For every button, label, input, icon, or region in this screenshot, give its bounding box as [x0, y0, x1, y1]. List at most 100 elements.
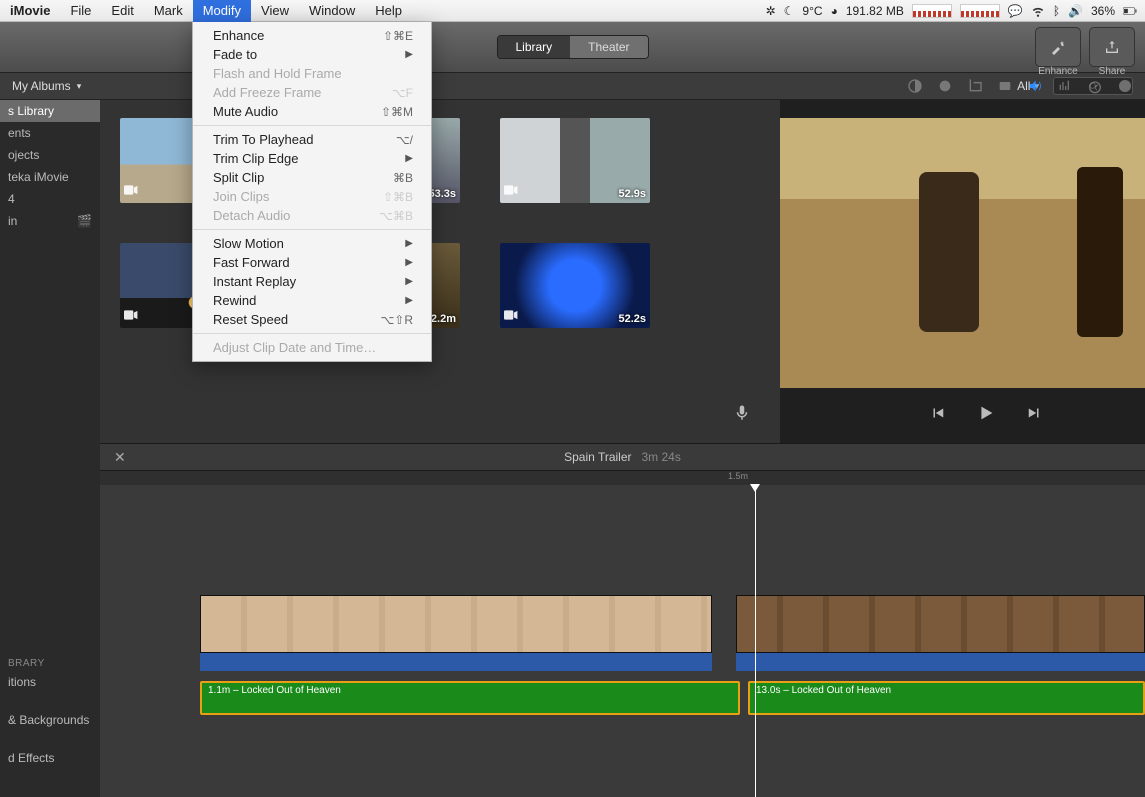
sidebar-effects[interactable]: d Effects [0, 747, 100, 769]
menu-trim-playhead[interactable]: Trim To Playhead⌥/ [193, 130, 431, 149]
video-clip-1[interactable] [200, 595, 712, 653]
menu-file[interactable]: File [60, 0, 101, 22]
project-duration: 3m 24s [642, 450, 681, 464]
sidebar-item-4[interactable]: 4 [0, 188, 100, 210]
audio-track[interactable]: 1.1m – Locked Out of Heaven 13.0s – Lock… [200, 681, 1145, 715]
status-tray: ✲ ☾ 9°C ◕ 191.82 MB 💬 ᛒ 🔊 36% [766, 4, 1145, 18]
playhead[interactable] [755, 485, 756, 797]
menu-fast-forward[interactable]: Fast Forward▶ [193, 253, 431, 272]
battery-status[interactable]: 36% [1091, 4, 1115, 18]
clip-thumb[interactable]: 52.2s [500, 243, 650, 328]
info-icon[interactable] [1117, 78, 1133, 94]
share-label: Share [1089, 66, 1135, 77]
play-button[interactable] [975, 402, 997, 429]
app-toolbar: Library Theater EnhanceShare [0, 22, 1145, 72]
close-timeline-icon[interactable]: ✕ [100, 449, 140, 466]
menu-add-freeze: Add Freeze Frame⌥F [193, 83, 431, 102]
mac-menubar: iMovie File Edit Mark Modify View Window… [0, 0, 1145, 22]
clip-duration: 2.2m [431, 313, 456, 325]
timeline-header: ✕ Spain Trailer 3m 24s [100, 443, 1145, 471]
sidebar-backgrounds[interactable]: & Backgrounds [0, 709, 100, 731]
sidebar-transitions[interactable]: itions [0, 671, 100, 693]
volume-adjust-icon[interactable] [1027, 78, 1043, 94]
clip-thumb[interactable]: 52.9s [500, 118, 650, 203]
clip-duration: 53.3s [428, 188, 456, 200]
tab-library[interactable]: Library [497, 36, 570, 58]
menu-trim-edge[interactable]: Trim Clip Edge▶ [193, 149, 431, 168]
video-track[interactable] [200, 595, 1145, 653]
disk-icon[interactable]: ◕ [831, 4, 838, 18]
tab-theater[interactable]: Theater [570, 36, 647, 58]
video-badge-icon [504, 182, 518, 200]
project-title: Spain Trailer [564, 450, 631, 464]
eq-icon[interactable] [1057, 78, 1073, 94]
menu-mark[interactable]: Mark [144, 0, 193, 22]
sidebar-item-in[interactable]: in🎬 [0, 210, 100, 232]
balance-icon[interactable] [907, 78, 923, 94]
video-badge-icon [504, 307, 518, 325]
sidebar-item-events[interactable]: ents [0, 122, 100, 144]
clip-duration: 52.2s [618, 313, 646, 325]
bluetooth-icon[interactable]: ᛒ [1053, 4, 1060, 18]
clip-duration: 52.9s [618, 188, 646, 200]
sidebar-item-teka[interactable]: teka iMovie [0, 166, 100, 188]
menu-detach-audio: Detach Audio⌥⌘B [193, 206, 431, 225]
app-name[interactable]: iMovie [0, 3, 60, 18]
crop-icon[interactable] [967, 78, 983, 94]
view-segmented: Library Theater [496, 35, 648, 59]
audio-clip-1[interactable]: 1.1m – Locked Out of Heaven [200, 681, 740, 715]
mem-status[interactable]: 191.82 MB [846, 4, 904, 18]
menu-edit[interactable]: Edit [101, 0, 143, 22]
share-button[interactable] [1089, 27, 1135, 67]
menu-adjust-date: Adjust Clip Date and Time… [193, 338, 431, 357]
audio-clip-2[interactable]: 13.0s – Locked Out of Heaven [748, 681, 1145, 715]
enhance-label: Enhance [1035, 66, 1081, 77]
camera-icon: 🎬 [77, 214, 92, 228]
menu-window[interactable]: Window [299, 0, 365, 22]
timeline-ruler[interactable]: 1.5m [100, 471, 1145, 485]
menu-flash-hold: Flash and Hold Frame [193, 64, 431, 83]
sidebar: s Library ents ojects teka iMovie 4 in🎬 … [0, 100, 100, 797]
chat-icon[interactable]: 💬 [1008, 4, 1023, 18]
battery-icon[interactable] [1123, 4, 1137, 18]
net-graph[interactable] [960, 4, 1000, 18]
video-badge-icon [124, 182, 138, 200]
next-button[interactable] [1025, 404, 1043, 427]
wifi-icon[interactable] [1031, 4, 1045, 18]
menu-modify[interactable]: Modify [193, 0, 251, 22]
menu-split-clip[interactable]: Split Clip⌘B [193, 168, 431, 187]
enhance-button[interactable] [1035, 27, 1081, 67]
menu-slow-motion[interactable]: Slow Motion▶ [193, 234, 431, 253]
menu-rewind[interactable]: Rewind▶ [193, 291, 431, 310]
weather-icon[interactable]: ☾ [784, 4, 795, 18]
preview-viewer [780, 100, 1145, 443]
sidebar-section-library: BRARY [0, 652, 100, 671]
volume-icon[interactable]: 🔊 [1068, 4, 1083, 18]
preview-video[interactable] [780, 118, 1145, 388]
menu-enhance[interactable]: Enhance⇧⌘E [193, 26, 431, 45]
video-clip-2[interactable] [736, 595, 1145, 653]
prev-button[interactable] [929, 404, 947, 427]
menu-join-clips: Join Clips⇧⌘B [193, 187, 431, 206]
menu-reset-speed[interactable]: Reset Speed⌥⇧R [193, 310, 431, 329]
browser-header: My Albums▾ All▾ [0, 72, 1145, 100]
speed-icon[interactable] [1087, 78, 1103, 94]
sidebar-item-projects[interactable]: ojects [0, 144, 100, 166]
fan-icon[interactable]: ✲ [766, 4, 776, 18]
menu-mute-audio[interactable]: Mute Audio⇧⌘M [193, 102, 431, 121]
menu-help[interactable]: Help [365, 0, 412, 22]
source-dropdown[interactable]: My Albums▾ [12, 79, 81, 93]
menu-view[interactable]: View [251, 0, 299, 22]
timeline[interactable]: 1.1m – Locked Out of Heaven 13.0s – Lock… [100, 485, 1145, 797]
modify-dropdown: Enhance⇧⌘E Fade to▶ Flash and Hold Frame… [192, 22, 432, 362]
menu-fade-to[interactable]: Fade to▶ [193, 45, 431, 64]
video-badge-icon [124, 307, 138, 325]
mic-icon[interactable] [733, 404, 751, 427]
sidebar-item-library[interactable]: s Library [0, 100, 100, 122]
menu-instant-replay[interactable]: Instant Replay▶ [193, 272, 431, 291]
stabilize-icon[interactable] [997, 78, 1013, 94]
color-icon[interactable] [937, 78, 953, 94]
cpu-graph[interactable] [912, 4, 952, 18]
ruler-marker: 1.5m [728, 471, 748, 481]
temp-status[interactable]: 9°C [802, 4, 822, 18]
